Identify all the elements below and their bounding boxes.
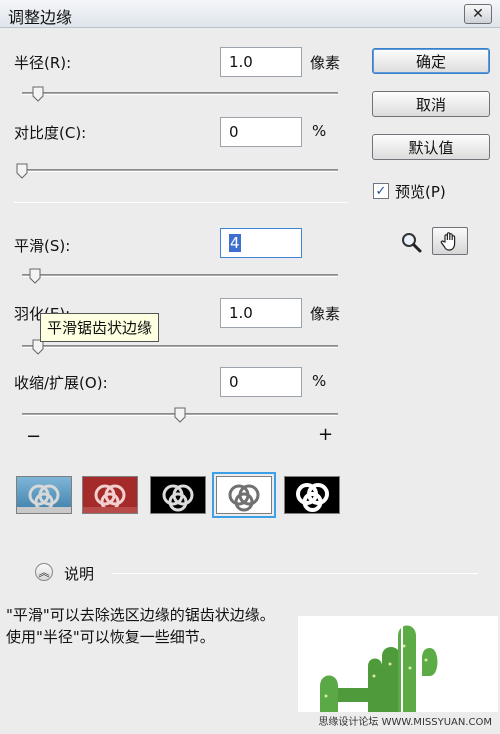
feather-input[interactable]: 1.0 xyxy=(220,298,302,328)
smooth-label: 平滑(S): xyxy=(14,237,71,255)
smooth-input[interactable]: 4 xyxy=(220,228,302,258)
title-bar: 调整边缘 ✕ xyxy=(0,0,500,28)
minus-label: − xyxy=(26,426,42,447)
preview-checkbox[interactable]: ✓ xyxy=(373,183,389,199)
description-toggle-label: 说明 xyxy=(64,565,95,583)
feather-unit: 像素 xyxy=(310,305,341,323)
description-text: "平滑"可以去除选区边缘的锯齿状边缘。使用"半径"可以恢复一些细节。 xyxy=(6,606,275,646)
contract-expand-slider-thumb[interactable] xyxy=(174,407,186,423)
contrast-unit: % xyxy=(312,122,327,140)
contract-expand-input[interactable]: 0 xyxy=(220,367,302,397)
ok-button[interactable]: 确定 xyxy=(372,48,490,74)
chevron-up-icon: ︽ xyxy=(38,566,50,579)
smooth-input-selection: 4 xyxy=(229,234,241,252)
contract-expand-label: 收缩/扩展(O): xyxy=(14,374,108,392)
close-icon: ✕ xyxy=(472,6,484,22)
smooth-slider-track[interactable] xyxy=(22,274,338,277)
feather-slider-track[interactable] xyxy=(22,345,338,348)
contrast-label: 对比度(C): xyxy=(14,124,87,142)
view-mode-on-black[interactable] xyxy=(150,476,206,514)
view-mode-standard[interactable] xyxy=(16,476,72,514)
view-mode-on-white[interactable] xyxy=(212,472,276,518)
check-icon: ✓ xyxy=(375,183,387,199)
radius-input[interactable]: 1.0 xyxy=(220,47,302,77)
plus-label: + xyxy=(318,424,334,445)
radius-label: 半径(R): xyxy=(14,54,72,72)
preview-image xyxy=(298,616,498,712)
radius-slider-thumb[interactable] xyxy=(32,86,44,102)
contract-expand-unit: % xyxy=(312,372,327,390)
radius-slider-track[interactable] xyxy=(22,92,338,95)
tooltip: 平滑锯齿状边缘 xyxy=(40,313,160,342)
smooth-slider-thumb[interactable] xyxy=(29,268,41,284)
view-mode-quick-mask[interactable] xyxy=(82,476,138,514)
section-divider xyxy=(14,202,348,203)
watermark: 思缘设计论坛 WWW.MISSYUAN.COM xyxy=(318,717,492,728)
preview-label: 预览(P) xyxy=(395,183,446,201)
contrast-slider-thumb[interactable] xyxy=(16,163,28,179)
hand-tool-button[interactable] xyxy=(432,227,468,255)
radius-unit: 像素 xyxy=(310,54,341,72)
description-divider xyxy=(112,573,478,574)
cancel-button[interactable]: 取消 xyxy=(372,91,490,117)
close-button[interactable]: ✕ xyxy=(464,4,492,24)
view-mode-mask[interactable] xyxy=(284,476,340,514)
default-button[interactable]: 默认值 xyxy=(372,134,490,160)
description-toggle-button[interactable]: ︽ xyxy=(35,563,53,581)
zoom-icon[interactable] xyxy=(400,231,422,257)
contrast-input[interactable]: 0 xyxy=(220,117,302,147)
hand-icon xyxy=(440,232,456,251)
contrast-slider-track[interactable] xyxy=(22,169,338,172)
window-title: 调整边缘 xyxy=(8,8,73,27)
